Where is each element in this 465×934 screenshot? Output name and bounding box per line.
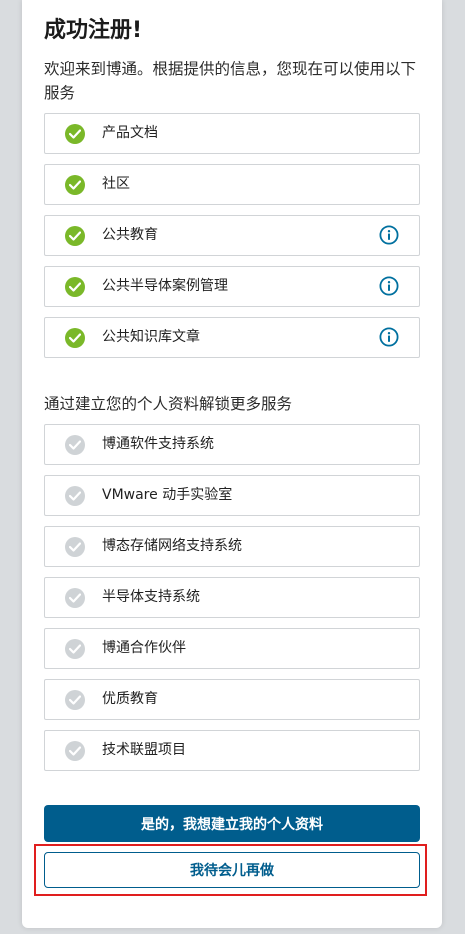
info-icon[interactable] [379,225,399,245]
service-label: 社区 [102,176,130,192]
info-icon[interactable] [379,276,399,296]
check-circle-icon [65,537,85,557]
check-circle-icon [65,328,85,348]
service-item-tech-alliance: 技术联盟项目 [44,730,420,771]
service-item-public-education: 公共教育 [44,215,420,256]
check-circle-icon [65,741,85,761]
service-label: 公共教育 [102,227,158,243]
info-icon[interactable] [379,327,399,347]
later-button[interactable]: 我待会儿再做 [44,852,420,888]
service-label: 优质教育 [102,691,158,707]
service-item-premium-education: 优质教育 [44,679,420,720]
service-label: 博通软件支持系统 [102,436,214,452]
service-item-semiconductor-support: 半导体支持系统 [44,577,420,618]
service-item-vmware-labs: VMware 动手实验室 [44,475,420,516]
service-item-product-docs: 产品文档 [44,113,420,154]
create-profile-button[interactable]: 是的，我想建立我的个人资料 [44,805,420,842]
check-circle-icon [65,124,85,144]
service-item-storage-network-support: 博态存储网络支持系统 [44,526,420,567]
service-label: 产品文档 [102,125,158,141]
registration-success-dialog: 成功注册! 欢迎来到博通。根据提供的信息，您现在可以使用以下服务 产品文档 社区… [22,0,442,928]
service-item-semiconductor-case-mgmt: 公共半导体案例管理 [44,266,420,307]
page-title: 成功注册! [44,18,143,43]
service-item-community: 社区 [44,164,420,205]
check-circle-icon [65,175,85,195]
unlock-section-heading: 通过建立您的个人资料解锁更多服务 [44,395,293,413]
check-circle-icon [65,435,85,455]
check-circle-icon [65,486,85,506]
service-label: 半导体支持系统 [102,589,200,605]
check-circle-icon [65,639,85,659]
service-label: 公共知识库文章 [102,329,200,345]
service-label: 博通合作伙伴 [102,640,186,656]
locked-services-list: 博通软件支持系统 VMware 动手实验室 博态存储网络支持系统 半导体支持系统… [44,424,420,781]
service-label: VMware 动手实验室 [102,487,233,503]
welcome-message: 欢迎来到博通。根据提供的信息，您现在可以使用以下服务 [44,60,417,102]
check-circle-icon [65,226,85,246]
check-circle-icon [65,588,85,608]
check-circle-icon [65,690,85,710]
check-circle-icon [65,277,85,297]
service-item-knowledge-base: 公共知识库文章 [44,317,420,358]
service-label: 博态存储网络支持系统 [102,538,242,554]
service-item-partners: 博通合作伙伴 [44,628,420,669]
service-label: 公共半导体案例管理 [102,278,228,294]
available-services-list: 产品文档 社区 公共教育 公共半导体案例管理 公共知识库文章 [44,113,420,368]
service-item-software-support: 博通软件支持系统 [44,424,420,465]
service-label: 技术联盟项目 [102,742,186,758]
